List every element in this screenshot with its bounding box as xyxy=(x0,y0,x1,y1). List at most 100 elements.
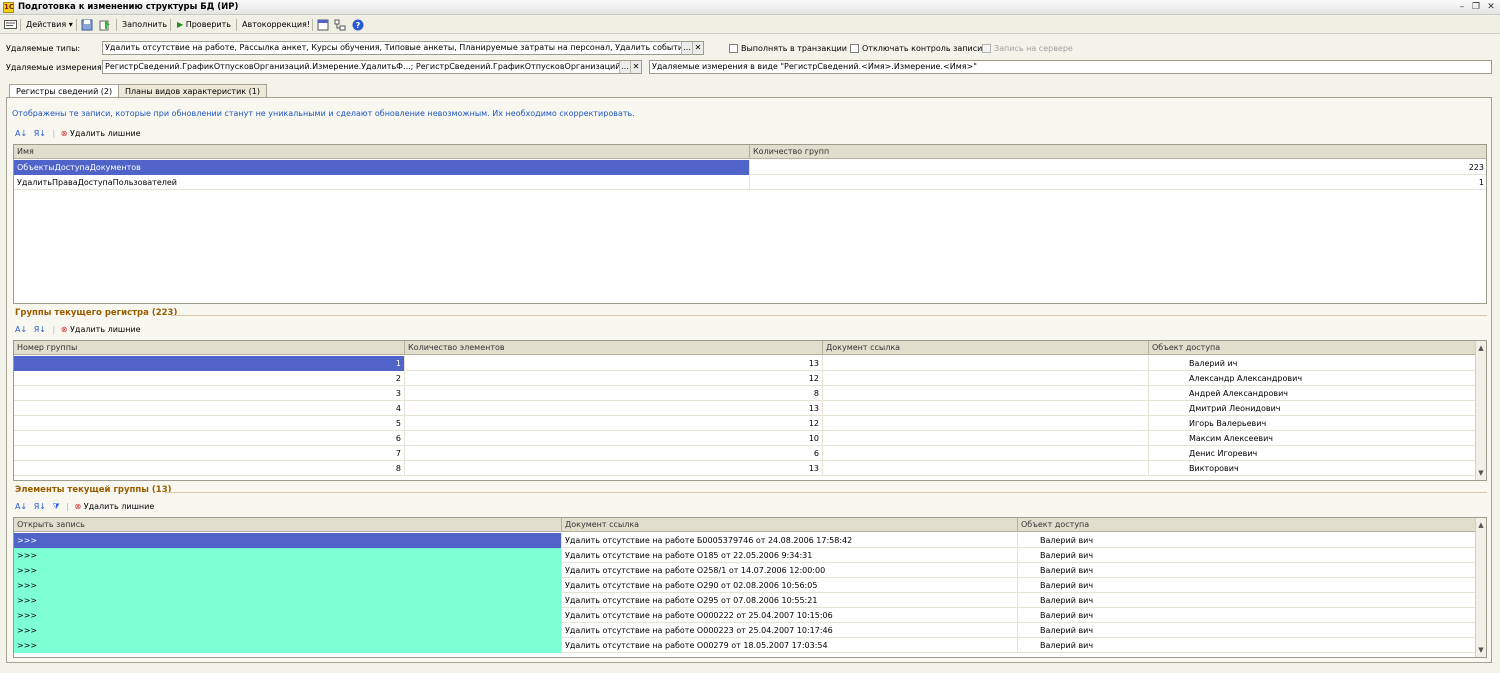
open-record-link[interactable]: >>> xyxy=(14,623,562,638)
elements-grid[interactable]: Открыть запись Документ ссылка Объект до… xyxy=(13,517,1487,658)
fill-button[interactable]: Заполнить xyxy=(122,18,167,32)
table-row[interactable]: 7 6 Денис Игоревич xyxy=(14,446,1476,461)
sort-desc-icon[interactable]: Я↓ xyxy=(34,502,46,511)
table-row[interactable]: 6 10 Максим Алексеевич xyxy=(14,431,1476,446)
transaction-checkbox[interactable] xyxy=(729,44,738,53)
table-row[interactable]: 3 8 Андрей Александрович xyxy=(14,386,1476,401)
open-record-link[interactable]: >>> xyxy=(14,563,562,578)
dims-value: РегистрСведений.ГрафикОтпусковОрганизаци… xyxy=(105,62,642,71)
table-row[interactable]: >>> Удалить отсутствие на работе Б0005379… xyxy=(14,533,1476,548)
group-element-count: 10 xyxy=(405,431,823,446)
group-document xyxy=(823,401,1149,416)
delete-extra-button-3[interactable]: ⊗ Удалить лишние xyxy=(74,502,154,511)
open-record-link[interactable]: >>> xyxy=(14,638,562,653)
col-access-object[interactable]: Объект доступа xyxy=(1018,518,1476,532)
open-record-link[interactable]: >>> xyxy=(14,593,562,608)
open-record-link[interactable]: >>> xyxy=(14,578,562,593)
check-button[interactable]: ▶ Проверить xyxy=(177,18,231,32)
scroll-up-icon[interactable]: ▲ xyxy=(1476,343,1486,353)
col-group-number[interactable]: Номер группы xyxy=(14,341,405,355)
scroll-down-icon[interactable]: ▼ xyxy=(1476,468,1486,478)
filter-icon[interactable]: ⧩ xyxy=(53,502,60,511)
close-icon[interactable]: ✕ xyxy=(1485,1,1497,13)
group-access-object: Игорь Валерьевич xyxy=(1149,416,1476,431)
write-control-checkbox[interactable] xyxy=(850,44,859,53)
elements-scrollbar[interactable]: ▲ ▼ xyxy=(1475,518,1486,657)
group-access-object: Максим Алексеевич xyxy=(1149,431,1476,446)
scroll-up-icon[interactable]: ▲ xyxy=(1476,520,1486,530)
dims-select-button[interactable]: … xyxy=(619,61,630,73)
group-element-count: 13 xyxy=(405,401,823,416)
open-record-link[interactable]: >>> xyxy=(14,608,562,623)
types-clear-button[interactable]: ✕ xyxy=(692,42,703,54)
table-row[interactable]: 2 12 Александр Александрович xyxy=(14,371,1476,386)
table-row[interactable]: >>> Удалить отсутствие на работе О185 от … xyxy=(14,548,1476,563)
group-number: 7 xyxy=(14,446,405,461)
group-element-count: 13 xyxy=(405,356,823,371)
table-row[interactable]: >>> Удалить отсутствие на работе О00279 о… xyxy=(14,638,1476,653)
groups-scrollbar[interactable]: ▲ ▼ xyxy=(1475,341,1486,480)
element-document: Удалить отсутствие на работе О295 от 07.… xyxy=(562,593,1018,608)
groups-header: Номер группы Количество элементов Докуме… xyxy=(14,341,1486,355)
table-row[interactable]: 4 13 Дмитрий Леонидович xyxy=(14,401,1476,416)
col-group-count[interactable]: Количество групп xyxy=(750,145,1486,159)
register-name: УдалитьПраваДоступаПользователей xyxy=(14,175,750,190)
sort-desc-icon[interactable]: Я↓ xyxy=(34,129,46,138)
group-access-object: Андрей Александрович xyxy=(1149,386,1476,401)
col-element-count[interactable]: Количество элементов xyxy=(405,341,823,355)
minimize-icon[interactable]: – xyxy=(1456,1,1468,13)
elements-header: Открыть запись Документ ссылка Объект до… xyxy=(14,518,1486,532)
groups-grid[interactable]: Номер группы Количество элементов Докуме… xyxy=(13,340,1487,481)
table-row[interactable]: 5 12 Игорь Валерьевич xyxy=(14,416,1476,431)
sort-asc-icon[interactable]: A↓ xyxy=(15,129,27,138)
sort-asc-icon[interactable]: A↓ xyxy=(15,325,27,334)
col-document[interactable]: Документ ссылка xyxy=(562,518,1018,532)
dims-clear-button[interactable]: ✕ xyxy=(630,61,641,73)
col-open-record[interactable]: Открыть запись xyxy=(14,518,562,532)
toolbar: Действия ▾ Заполнить ▶ Проверить Автокор… xyxy=(0,16,1500,34)
sort-asc-icon[interactable]: A↓ xyxy=(15,502,27,511)
element-document: Удалить отсутствие на работе Б0005379746… xyxy=(562,533,1018,548)
import-icon[interactable] xyxy=(99,18,111,32)
dims-field[interactable]: РегистрСведений.ГрафикОтпусковОрганизаци… xyxy=(102,60,642,74)
tab-panel: Отображены те записи, которые при обновл… xyxy=(6,97,1492,663)
save-icon[interactable] xyxy=(81,18,93,32)
help-icon[interactable]: ? xyxy=(352,18,364,32)
table-row[interactable]: >>> Удалить отсутствие на работе О290 от … xyxy=(14,578,1476,593)
open-record-link[interactable]: >>> xyxy=(14,548,562,563)
col-access-object[interactable]: Объект доступа xyxy=(1149,341,1476,355)
sort-desc-icon[interactable]: Я↓ xyxy=(34,325,46,334)
tab-characteristics[interactable]: Планы видов характеристик (1) xyxy=(118,84,267,98)
actions-label: Действия xyxy=(26,20,67,29)
tab-registers[interactable]: Регистры сведений (2) xyxy=(9,84,120,98)
dropdown-arrow-icon: ▾ xyxy=(68,20,73,29)
table-row[interactable]: 8 13 Викторович xyxy=(14,461,1476,476)
col-name[interactable]: Имя xyxy=(14,145,750,159)
types-select-button[interactable]: … xyxy=(681,42,692,54)
autocorrect-button[interactable]: Автокоррекция! xyxy=(242,18,310,32)
server-write-checkbox[interactable] xyxy=(982,44,991,53)
delete-extra-button-2[interactable]: ⊗ Удалить лишние xyxy=(61,325,141,334)
structure-icon[interactable] xyxy=(334,18,346,32)
table-row[interactable]: УдалитьПраваДоступаПользователей 1 xyxy=(14,175,1486,190)
table-row[interactable]: >>> Удалить отсутствие на работе О000223 … xyxy=(14,623,1476,638)
table-row[interactable]: >>> Удалить отсутствие на работе О258/1 о… xyxy=(14,563,1476,578)
scroll-down-icon[interactable]: ▼ xyxy=(1476,645,1486,655)
delete-extra-label: Удалить лишние xyxy=(70,129,141,138)
table-row[interactable]: >>> Удалить отсутствие на работе О295 от … xyxy=(14,593,1476,608)
element-access-object: Валерий вич xyxy=(1018,638,1476,653)
form-menu-icon[interactable] xyxy=(4,18,17,32)
open-record-link[interactable]: >>> xyxy=(14,533,562,548)
table-row[interactable]: >>> Удалить отсутствие на работе О000222 … xyxy=(14,608,1476,623)
types-field[interactable]: Удалить отсутствие на работе, Рассылка а… xyxy=(102,41,704,55)
col-document[interactable]: Документ ссылка xyxy=(823,341,1149,355)
delete-extra-button-1[interactable]: ⊗ Удалить лишние xyxy=(61,129,141,138)
window-icon[interactable] xyxy=(317,18,329,32)
actions-menu[interactable]: Действия ▾ xyxy=(26,18,73,32)
check-label: Проверить xyxy=(185,20,231,29)
registers-grid[interactable]: Имя Количество групп ОбъектыДоступаДокум… xyxy=(13,144,1487,304)
group-document xyxy=(823,461,1149,476)
restore-icon[interactable]: ❐ xyxy=(1470,1,1482,13)
table-row[interactable]: 1 13 Валерий ич xyxy=(14,356,1476,371)
table-row[interactable]: ОбъектыДоступаДокументов 223 xyxy=(14,160,1486,175)
